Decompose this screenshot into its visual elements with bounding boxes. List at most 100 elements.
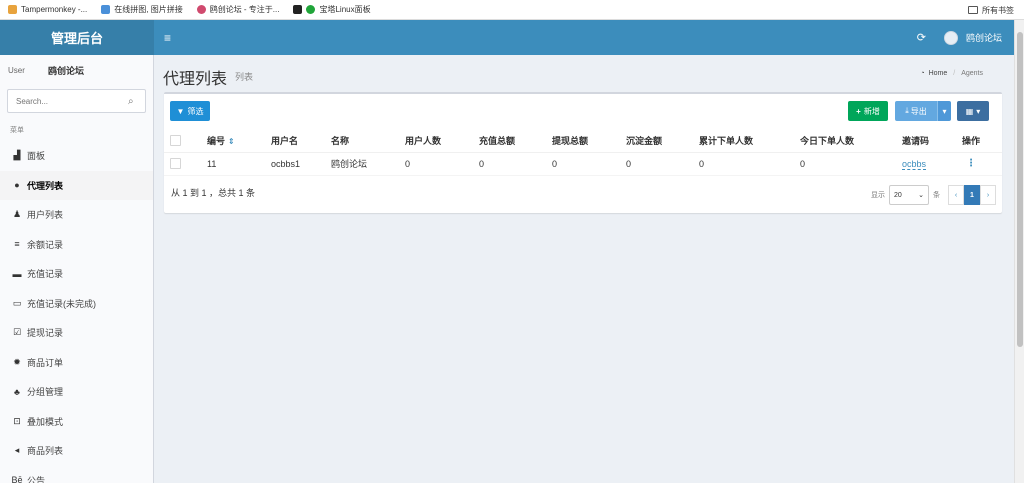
- search-input[interactable]: [16, 96, 124, 106]
- image-icon: [101, 5, 111, 14]
- export-button[interactable]: ⤓ 导出: [895, 101, 937, 121]
- table-icon: ▦: [965, 106, 974, 116]
- breadcrumb-separator: /: [953, 70, 956, 77]
- per-page-select[interactable]: 20 ⌄: [889, 185, 929, 205]
- app-logo[interactable]: 管理后台: [0, 20, 154, 55]
- cell-today-orders: 0: [800, 152, 902, 176]
- sidebar-item-overlay-mode[interactable]: ⊡ 叠加模式: [0, 407, 153, 437]
- header-username[interactable]: 鸥创论坛: [966, 31, 1002, 44]
- sidebar-item-recharge-records[interactable]: ▬ 充值记录: [0, 259, 153, 289]
- user-avatar: User: [8, 65, 25, 75]
- cell-total-orders: 0: [699, 152, 800, 176]
- column-header-today-orders: 今日下单人数: [800, 130, 902, 153]
- column-header-withdraw-total: 提现总额: [552, 130, 626, 153]
- breadcrumb-home[interactable]: Home: [929, 70, 948, 77]
- new-button[interactable]: + 新增: [848, 101, 888, 121]
- columns-button[interactable]: ▦ ▾: [957, 101, 989, 121]
- pagination-summary: 从 1 到 1 ，总共 1 条: [171, 188, 256, 198]
- sidebar-toggle-icon[interactable]: ≡: [164, 31, 184, 45]
- sidebar-item-product-orders[interactable]: ✹ 商品订单: [0, 348, 153, 378]
- object-group-icon: ⊡: [13, 415, 21, 426]
- cell-withdraw-total: 0: [552, 152, 626, 176]
- agents-box: ▼ 筛选 + 新增 ⤓ 导出 ▾ ▦ ▾ 编号 ⇕ 用户名 名称 用户人数 充值总额 提现…: [164, 92, 1002, 213]
- sort-icon[interactable]: ⇕: [228, 137, 235, 146]
- sidebar-item-product-list[interactable]: ◂ 商品列表: [0, 436, 153, 466]
- sidebar-item-agents[interactable]: ● 代理列表: [0, 170, 153, 200]
- search-icon[interactable]: ⌕: [128, 96, 134, 107]
- sidebar-search: ⌕: [7, 89, 146, 113]
- behance-icon: Bē: [11, 475, 23, 483]
- credit-card-icon: ▬: [12, 268, 22, 279]
- pagination: 显示 20 ⌄ 条 ‹ 1 ›: [871, 185, 996, 205]
- page-button-current[interactable]: 1: [964, 185, 980, 205]
- sidebar-item-withdraw-records[interactable]: ☑ 提现记录: [0, 318, 153, 348]
- users-icon: ♣: [14, 386, 20, 397]
- row-checkbox[interactable]: [170, 158, 181, 170]
- filter-icon: ▼: [176, 106, 185, 116]
- bookmark-tampermonkey[interactable]: Tampermonkey -...: [8, 5, 87, 14]
- tampermonkey-icon: [8, 5, 17, 14]
- breadcrumb-current: Agents: [961, 70, 983, 77]
- bookmark-image-stitch[interactable]: 在线拼图, 图片拼接: [101, 4, 183, 15]
- row-actions-icon[interactable]: ⋮: [966, 158, 976, 169]
- shield-icon: [306, 5, 316, 14]
- dashboard-icon: ◔: [920, 70, 925, 77]
- page-scrollbar[interactable]: [1014, 20, 1024, 483]
- sidebar-user-name: 鸥创论坛: [48, 65, 85, 76]
- content-header: 代理列表 列表 ◔ Home / Agents: [163, 62, 1003, 88]
- refresh-icon[interactable]: ⟳: [917, 31, 926, 44]
- column-header-id[interactable]: 编号 ⇕: [207, 130, 271, 153]
- column-header-total-orders: 累计下单人数: [699, 130, 800, 153]
- sidebar-item-users[interactable]: ♟ 用户列表: [0, 200, 153, 230]
- forum-icon: [196, 5, 206, 14]
- column-header-username: 用户名: [271, 130, 331, 153]
- bt-icon: [293, 5, 303, 14]
- column-header-actions: 操作: [962, 130, 1002, 153]
- user-panel: User 鸥创论坛: [0, 55, 153, 85]
- cell-invite-code[interactable]: ocbbs: [902, 158, 927, 170]
- column-header-name: 名称: [331, 130, 405, 153]
- user-icon: ♟: [12, 209, 22, 220]
- breadcrumb: ◔ Home / Agents: [920, 70, 983, 77]
- export-dropdown-button[interactable]: ▾: [937, 101, 951, 121]
- caret-down-icon: ▾: [942, 106, 947, 116]
- rectangle-icon: ▭: [12, 297, 22, 308]
- list-icon: ◂: [14, 445, 20, 456]
- cell-user-count[interactable]: 0: [405, 152, 479, 176]
- gear-icon: ✹: [13, 356, 21, 367]
- bookmark-ocbbs[interactable]: 鸥创论坛 - 专注于...: [196, 4, 279, 15]
- avatar[interactable]: [943, 30, 958, 45]
- cell-recharge-total: 0: [479, 152, 552, 176]
- sidebar-item-recharge-incomplete[interactable]: ▭ 充值记录(未完成): [0, 289, 153, 319]
- page-subtitle: 列表: [235, 72, 254, 82]
- cell-id: 11: [207, 152, 271, 176]
- next-page-button[interactable]: ›: [980, 185, 996, 205]
- cell-name: 鸥创论坛: [331, 152, 405, 176]
- sidebar-item-balance-records[interactable]: ≡ 余额记录: [0, 230, 153, 260]
- column-header-recharge-total: 充值总额: [479, 130, 552, 153]
- top-navbar: 管理后台 ≡ ⟳ 鸥创论坛: [0, 20, 1014, 55]
- table-header-row: 编号 ⇕ 用户名 名称 用户人数 充值总额 提现总额 沉淀金额 累计下单人数 今日…: [164, 130, 1002, 153]
- per-page-unit: 条: [933, 192, 940, 199]
- cell-deposit-amount: 0: [626, 152, 699, 176]
- menu-header: 菜单: [10, 127, 24, 134]
- sidebar-item-announcements[interactable]: Bē 公告: [0, 466, 153, 483]
- sidebar-item-group-management[interactable]: ♣ 分组管理: [0, 377, 153, 407]
- select-all-checkbox[interactable]: [170, 135, 181, 147]
- sidebar: User 鸥创论坛 ⌕ 菜单 ▟面板 ●代理列表 ♟用户列表 ≡余额记录 ▬充值…: [0, 55, 154, 483]
- scrollbar-thumb[interactable]: [1017, 32, 1023, 347]
- chevron-down-icon: ⌄: [918, 192, 924, 199]
- per-page-label: 显示: [871, 192, 885, 199]
- download-icon: ⤓: [905, 106, 909, 115]
- prev-page-button[interactable]: ‹: [948, 185, 964, 205]
- bookmarks-bar: Tampermonkey -... 在线拼图, 图片拼接 鸥创论坛 - 专注于.…: [0, 0, 1024, 20]
- column-header-deposit-amount: 沉淀金额: [626, 130, 699, 153]
- cell-username: ocbbs1: [271, 152, 331, 176]
- all-bookmarks[interactable]: 所有书签: [968, 0, 1014, 20]
- bars-icon: ≡: [14, 239, 20, 250]
- sidebar-item-dashboard[interactable]: ▟ 面板: [0, 141, 153, 171]
- bookmark-bt-panel[interactable]: 宝塔Linux面板: [293, 4, 371, 15]
- caret-down-icon: ▾: [976, 106, 981, 116]
- column-header-invite-code: 邀请码: [902, 130, 962, 153]
- filter-button[interactable]: ▼ 筛选: [170, 101, 210, 121]
